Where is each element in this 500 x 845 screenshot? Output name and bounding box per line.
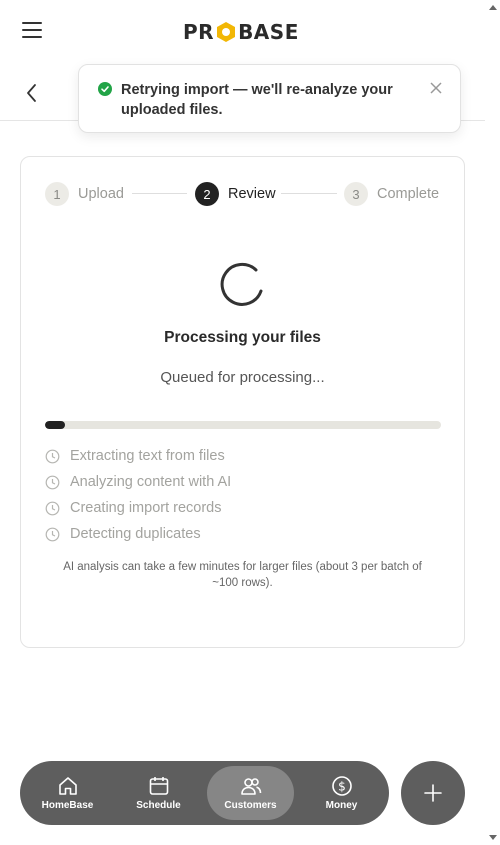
nav-label: Schedule: [136, 800, 181, 811]
nav-label: Customers: [224, 800, 277, 811]
menu-button[interactable]: [22, 22, 42, 40]
page-scrollbar[interactable]: [485, 0, 500, 845]
task-list: Extracting text from files Analyzing con…: [45, 443, 441, 547]
nav-item-customers[interactable]: Customers: [207, 766, 294, 820]
scroll-up-icon[interactable]: [489, 5, 497, 10]
clock-icon: [45, 449, 60, 463]
close-icon[interactable]: [429, 81, 443, 95]
success-check-icon: [98, 82, 112, 96]
task-label: Creating import records: [70, 500, 222, 516]
clock-icon: [45, 527, 60, 541]
loading-spinner-icon: [220, 262, 263, 306]
step-number: 2: [195, 182, 219, 206]
task-label: Detecting duplicates: [70, 526, 201, 542]
task-label: Analyzing content with AI: [70, 474, 232, 490]
add-button[interactable]: [401, 761, 465, 825]
probase-logo[interactable]: PR BASE: [183, 20, 299, 44]
dollar-icon: $: [331, 776, 352, 796]
step-connector: [281, 193, 337, 194]
list-item: Extracting text from files: [45, 443, 441, 469]
processing-status: Queued for processing...: [160, 369, 325, 386]
nav-label: Money: [325, 800, 358, 811]
task-label: Extracting text from files: [70, 448, 225, 464]
step-upload: 1 Upload: [45, 181, 124, 207]
bottom-nav: HomeBase Schedule Customers $ Money: [20, 761, 389, 825]
progress-bar: [45, 421, 441, 429]
nav-item-money[interactable]: $ Money: [298, 766, 385, 820]
clock-icon: [45, 475, 60, 489]
list-item: Detecting duplicates: [45, 521, 441, 547]
step-number: 1: [45, 182, 69, 206]
scroll-down-icon[interactable]: [489, 835, 497, 840]
logo-hexagon-icon: [217, 22, 236, 42]
hamburger-icon: [22, 22, 42, 24]
step-connector: [132, 193, 187, 194]
import-stepper: 1 Upload 2 Review 3 Complete: [45, 181, 441, 207]
list-item: Analyzing content with AI: [45, 469, 441, 495]
calendar-icon: [149, 777, 168, 795]
home-icon: [58, 777, 77, 795]
list-item: Creating import records: [45, 495, 441, 521]
step-label: Review: [228, 186, 276, 202]
nav-item-homebase[interactable]: HomeBase: [24, 766, 111, 820]
svg-text:$: $: [338, 780, 346, 794]
step-complete: 3 Complete: [344, 181, 439, 207]
nav-item-schedule[interactable]: Schedule: [115, 766, 202, 820]
app-header: PR BASE: [0, 0, 485, 64]
users-icon: [240, 778, 261, 795]
nav-label: HomeBase: [41, 800, 94, 811]
processing-title: Processing your files: [164, 329, 321, 346]
import-card: 1 Upload 2 Review 3 Complete Processing …: [20, 156, 465, 648]
step-label: Complete: [377, 186, 440, 202]
progress-fill: [45, 421, 65, 429]
processing-note: AI analysis can take a few minutes for l…: [63, 561, 422, 589]
back-chevron-icon[interactable]: [22, 82, 42, 104]
clock-icon: [45, 501, 60, 515]
toast-notification: Retrying import — we'll re-analyze your …: [78, 64, 461, 133]
step-number: 3: [344, 182, 368, 206]
toast-message: Retrying import — we'll re-analyze your …: [121, 82, 393, 118]
step-review: 2 Review: [195, 181, 276, 207]
plus-icon: [424, 784, 442, 802]
step-label: Upload: [78, 186, 124, 202]
